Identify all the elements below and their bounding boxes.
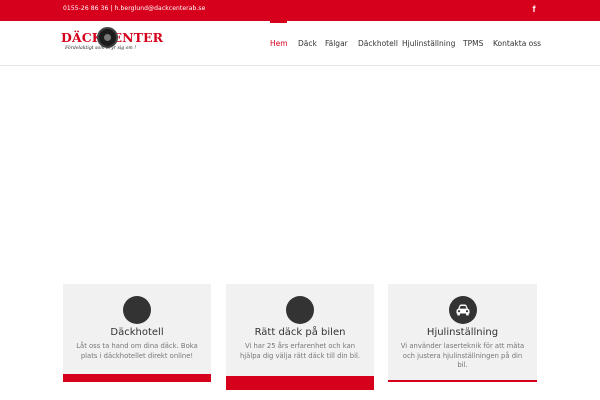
logo[interactable]: DÄCKCENTER Fördelaktigt som bryr sig om … — [61, 27, 163, 59]
nav-active-indicator — [270, 21, 287, 23]
nav-item-hjulinstallning[interactable]: Hjulinställning — [402, 39, 455, 48]
card-title: Däckhotell — [110, 327, 164, 338]
service-card-hjulinstallning[interactable]: Hjulinställning Vi använder laserteknik … — [388, 284, 537, 382]
tire-icon — [97, 27, 118, 48]
card-accent-bar — [63, 374, 211, 382]
nav-item-tpms[interactable]: TPMS — [463, 39, 483, 48]
blank-circle-icon — [286, 296, 314, 324]
card-title: Hjulinställning — [426, 327, 499, 338]
card-description: Vi använder laserteknik för att mäta och… — [400, 342, 525, 369]
contact-info[interactable]: 0155-26 86 36 | h.berglund@dackcenterab.… — [63, 5, 205, 12]
nav-item-falgar[interactable]: Fälgar — [325, 39, 348, 48]
page: 0155-26 86 36 | h.berglund@dackcenterab.… — [0, 0, 600, 400]
top-bar: 0155-26 86 36 | h.berglund@dackcenterab.… — [0, 0, 600, 21]
car-icon — [448, 296, 477, 324]
nav-item-hem[interactable]: Hem — [270, 39, 288, 48]
site-header: DÄCKCENTER Fördelaktigt som bryr sig om … — [0, 21, 600, 66]
card-accent-bar — [388, 380, 537, 382]
facebook-icon[interactable]: f — [530, 3, 538, 15]
card-accent-bar — [226, 376, 374, 390]
hero-area — [0, 67, 600, 282]
card-description: Låt oss ta hand om dina däck. Boka plats… — [76, 342, 198, 360]
nav-item-dack[interactable]: Däck — [298, 39, 317, 48]
blank-circle-icon — [123, 296, 151, 324]
nav-item-kontakta-oss[interactable]: Kontakta oss — [493, 39, 541, 48]
logo-tagline: Fördelaktigt som bryr sig om ! — [65, 46, 137, 51]
card-title: Rätt däck på bilen — [254, 327, 346, 338]
card-description: Vi har 25 års erfarenhet och kan hjälpa … — [239, 342, 361, 360]
service-card-ratt-dack[interactable]: Rätt däck på bilen Vi har 25 års erfaren… — [226, 284, 374, 390]
nav-item-dackhotell[interactable]: Däckhotell — [358, 39, 398, 48]
service-card-dackhotell[interactable]: Däckhotell Låt oss ta hand om dina däck.… — [63, 284, 211, 382]
